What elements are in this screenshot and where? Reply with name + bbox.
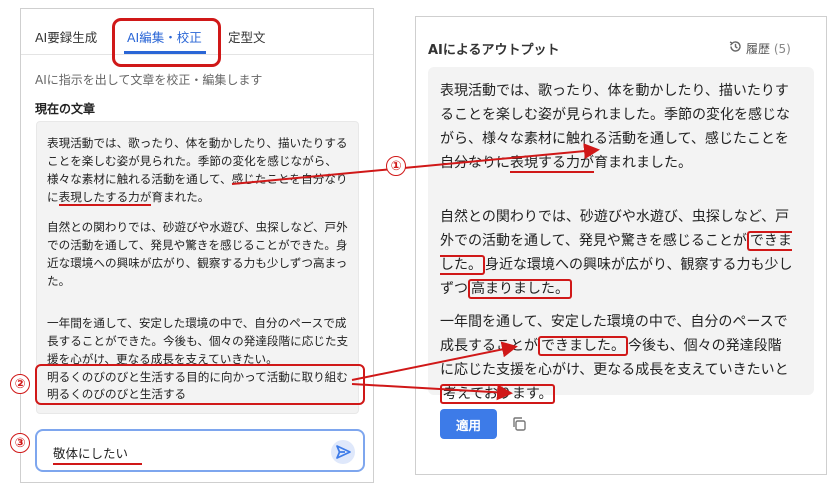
annotation-number-2: ② (10, 374, 30, 394)
annotation-arrows (231, 143, 600, 401)
annotation-number-3: ③ (10, 433, 30, 453)
arrow-3 (351, 383, 513, 401)
annotation-number-1: ① (386, 156, 406, 176)
arrow-1 (231, 143, 600, 185)
arrow-2 (351, 341, 518, 381)
